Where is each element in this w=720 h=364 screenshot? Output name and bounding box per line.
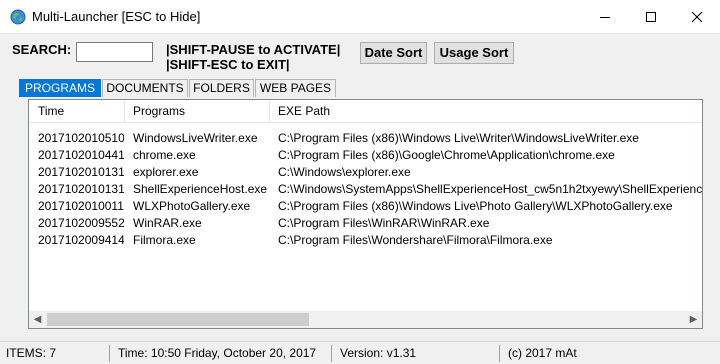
exit-hotkey-hint: |SHIFT-ESC to EXIT| <box>166 57 290 72</box>
scrollbar-thumb[interactable] <box>47 313 309 326</box>
date-sort-button[interactable]: Date Sort <box>360 42 427 64</box>
column-header-exe-path[interactable]: EXE Path <box>269 100 702 122</box>
search-label: SEARCH: <box>12 42 72 57</box>
client-area: SEARCH: |SHIFT-PAUSE to ACTIVATE| |SHIFT… <box>0 33 720 364</box>
program-cell: WinRAR.exe <box>133 216 202 230</box>
table-row[interactable]: 20171020101311 explorer.exe C:\Windows\e… <box>29 164 702 181</box>
title-bar[interactable]: Multi-Launcher [ESC to Hide] <box>0 0 720 33</box>
globe-icon <box>10 9 26 25</box>
time-cell: 20171020094142 <box>38 233 124 247</box>
activate-hotkey-hint: |SHIFT-PAUSE to ACTIVATE| <box>166 42 341 57</box>
copyright-label: (c) 2017 mAt <box>508 346 577 360</box>
time-cell: 20171020104416 <box>38 148 124 162</box>
table-row[interactable]: 20171020100116 WLXPhotoGallery.exe C:\Pr… <box>29 198 702 215</box>
horizontal-scrollbar[interactable]: ◀ ▶ <box>29 311 702 328</box>
program-cell: Filmora.exe <box>133 233 196 247</box>
table-row[interactable]: 20171020105103 WindowsLiveWriter.exe C:\… <box>29 130 702 147</box>
time-cell: 20171020101310 <box>38 182 124 196</box>
scroll-right-icon[interactable]: ▶ <box>685 311 702 328</box>
table-row[interactable]: 20171020104416 chrome.exe C:\Program Fil… <box>29 147 702 164</box>
path-cell: C:\Program Files (x86)\Windows Live\Writ… <box>278 131 639 145</box>
tab-web-pages[interactable]: WEB PAGES <box>255 79 336 97</box>
program-cell: ShellExperienceHost.exe <box>133 182 268 196</box>
time-cell: 20171020100116 <box>38 199 124 213</box>
maximize-icon <box>646 12 656 22</box>
status-bar: ITEMS: 7 Time: 10:50 Friday, October 20,… <box>0 341 720 364</box>
close-button[interactable] <box>674 0 720 33</box>
path-cell: C:\Windows\explorer.exe <box>278 165 411 179</box>
window-title: Multi-Launcher [ESC to Hide] <box>32 9 201 24</box>
programs-list[interactable]: Time Programs EXE Path 20171020105103 Wi… <box>28 99 703 329</box>
program-cell: chrome.exe <box>133 148 196 162</box>
minimize-icon <box>600 17 610 18</box>
path-cell: C:\Windows\SystemApps\ShellExperienceHos… <box>278 182 703 196</box>
program-cell: WindowsLiveWriter.exe <box>133 131 258 145</box>
minimize-button[interactable] <box>582 0 628 33</box>
program-cell: explorer.exe <box>133 165 199 179</box>
tab-folders[interactable]: FOLDERS <box>189 79 254 97</box>
table-row[interactable]: 20171020094142 Filmora.exe C:\Program Fi… <box>29 232 702 249</box>
tab-documents[interactable]: DOCUMENTS <box>102 79 188 97</box>
scroll-left-icon[interactable]: ◀ <box>29 311 46 328</box>
search-input[interactable] <box>76 42 153 62</box>
close-icon <box>691 11 703 23</box>
version-label: Version: v1.31 <box>334 345 500 362</box>
usage-sort-button[interactable]: Usage Sort <box>434 42 514 64</box>
path-cell: C:\Program Files (x86)\Windows Live\Phot… <box>278 199 673 213</box>
table-row[interactable]: 20171020095522 WinRAR.exe C:\Program Fil… <box>29 215 702 232</box>
column-header-time[interactable]: Time <box>29 100 124 122</box>
path-cell: C:\Program Files\WinRAR\WinRAR.exe <box>278 216 490 230</box>
path-cell: C:\Program Files (x86)\Google\Chrome\App… <box>278 148 615 162</box>
time-cell: 20171020105103 <box>38 131 124 145</box>
path-cell: C:\Program Files\Wondershare\Filmora\Fil… <box>278 233 553 247</box>
column-header-programs[interactable]: Programs <box>124 100 269 122</box>
items-count: ITEMS: 7 <box>0 345 110 362</box>
program-cell: WLXPhotoGallery.exe <box>133 199 251 213</box>
table-row[interactable]: 20171020101310 ShellExperienceHost.exe C… <box>29 181 702 198</box>
maximize-button[interactable] <box>628 0 674 33</box>
list-header: Time Programs EXE Path <box>29 100 702 123</box>
status-time: Time: 10:50 Friday, October 20, 2017 <box>112 345 332 362</box>
time-cell: 20171020095522 <box>38 216 124 230</box>
tab-programs[interactable]: PROGRAMS <box>19 79 101 97</box>
time-cell: 20171020101311 <box>38 165 124 179</box>
